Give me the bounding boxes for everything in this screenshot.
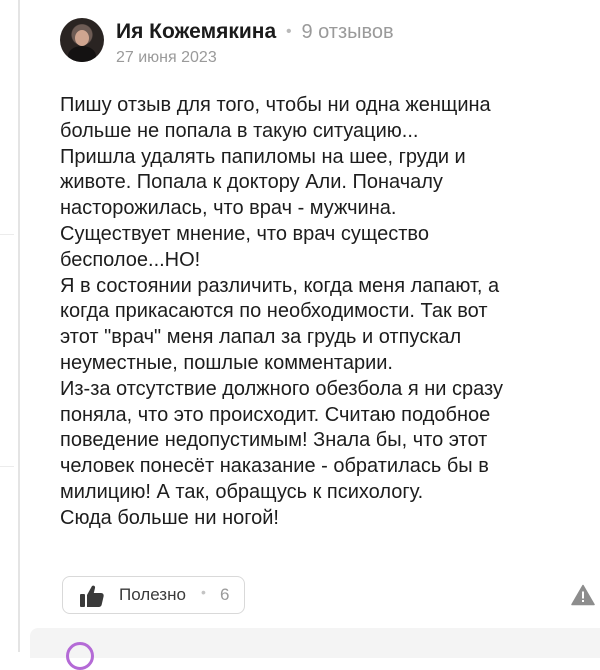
warning-triangle-icon[interactable]: [571, 584, 595, 606]
avatar[interactable]: [60, 18, 104, 62]
review-text-line: этот "врач" меня лапал за грудь и отпуск…: [60, 326, 462, 349]
review-text-line: Я в состоянии различить, когда меня лапа…: [60, 274, 500, 297]
review-text-line: Пришла удалять папиломы на шее, груди и: [60, 145, 466, 168]
helpful-count: 6: [220, 585, 230, 604]
review-header: Ия Кожемякина • 9 отзывов: [116, 20, 394, 44]
review-text-line: человек понесёт наказание - обратилась б…: [60, 455, 489, 478]
thumbs-up-icon: [80, 585, 104, 607]
review-text-line: милицию! А так, обращусь к психологу.: [60, 480, 424, 503]
author-name[interactable]: Ия Кожемякина: [116, 20, 276, 43]
separator-dot: •: [201, 584, 206, 600]
author-reviews-count[interactable]: 9 отзывов: [301, 21, 393, 43]
review-text-line: Существует мнение, что врач существо: [60, 222, 429, 245]
review-text-line: Из-за отсутствие должного обезбола я ни …: [60, 377, 503, 400]
review-text-line: поняла, что это происходит. Считаю подоб…: [60, 403, 491, 426]
review-text-line: неуместные, пошлые комментарии.: [60, 351, 393, 374]
review-text-line: животе. Попала к доктору Али. Поначалу: [60, 171, 443, 194]
review-card: Ия Кожемякина • 9 отзывов 27 июня 2023 П…: [60, 0, 600, 652]
review-text-line: больше не попала в такую ситуацию...: [60, 119, 419, 142]
left-divider-tick: [0, 234, 14, 235]
review-date: 27 июня 2023: [116, 49, 217, 66]
helpful-label: Полезно: [119, 585, 186, 604]
separator-dot: •: [285, 23, 292, 40]
reply-avatar[interactable]: [66, 642, 94, 670]
reply-panel: [30, 628, 600, 670]
left-divider-tick: [0, 466, 14, 467]
review-text-line: насторожилась, что врач - мужчина.: [60, 197, 397, 220]
avatar-shirt: [68, 46, 96, 62]
left-divider: [18, 0, 20, 652]
helpful-button[interactable]: Полезно • 6: [62, 576, 245, 614]
review-text: Пишу отзыв для того, чтобы ни одна женщи…: [60, 93, 590, 532]
review-text-line: Пишу отзыв для того, чтобы ни одна женщи…: [60, 94, 491, 116]
review-text-line: когда прикасаются по необходимости. Так …: [60, 300, 488, 323]
avatar-face: [75, 30, 89, 46]
review-text-line: Сюда больше ни ногой!: [60, 506, 279, 529]
review-text-line: поведение недопустимым! Знала бы, что эт…: [60, 429, 488, 452]
review-text-line: бесполое...НО!: [60, 248, 201, 271]
